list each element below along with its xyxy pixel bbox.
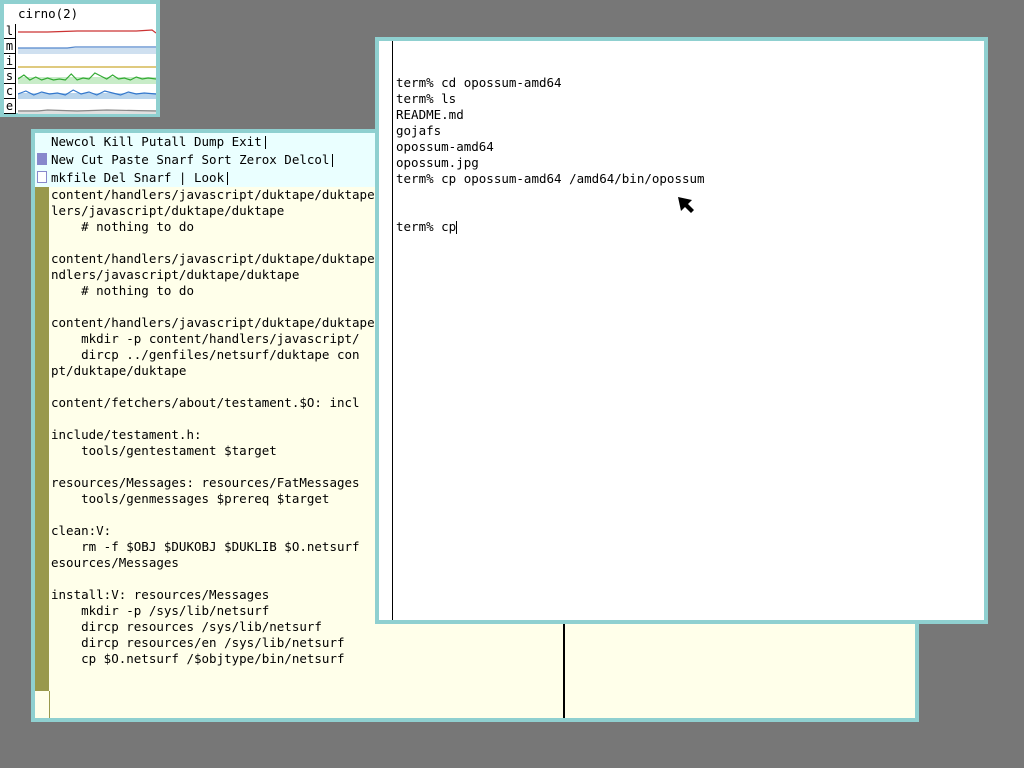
interrupts-graph xyxy=(18,54,156,69)
column-tag-cursor xyxy=(264,136,266,149)
column-tag2-text[interactable]: New Cut Paste Snarf Sort Zerox Delcol xyxy=(51,152,334,168)
stats-window[interactable]: cirno(2) l m i s c e xyxy=(0,0,160,117)
stats-row-context: c xyxy=(4,84,156,99)
acme-scrollbar-thumb[interactable] xyxy=(35,187,49,691)
window-tag-cursor xyxy=(227,172,229,185)
stats-label-c: c xyxy=(4,84,16,99)
stats-label-m: m xyxy=(4,39,16,54)
terminal-line: opossum.jpg xyxy=(396,155,479,170)
terminal-line: gojafs xyxy=(396,123,442,138)
stats-label-l: l xyxy=(4,24,16,39)
stats-title: cirno(2) xyxy=(18,6,79,21)
terminal-scrollbar[interactable] xyxy=(379,41,393,620)
load-graph xyxy=(18,24,156,39)
stats-row-load: l xyxy=(4,24,156,39)
terminal-line: opossum-amd64 xyxy=(396,139,494,154)
terminal-current-input[interactable]: term% cp xyxy=(396,219,456,234)
stats-label-s: s xyxy=(4,69,16,84)
stats-row-syscalls: s xyxy=(4,69,156,84)
text-caret xyxy=(456,221,458,234)
window-tag-commands[interactable]: mkfile Del Snarf | Look xyxy=(51,170,224,185)
window-tag-text[interactable]: mkfile Del Snarf | Look xyxy=(51,170,229,186)
terminal-window[interactable]: term% cd opossum-amd64 term% ls README.md g… xyxy=(375,37,988,624)
column-tag-text[interactable]: Newcol Kill Putall Dump Exit xyxy=(51,134,266,150)
stats-row-memory: m xyxy=(4,39,156,54)
terminal-line: term% ls xyxy=(396,91,457,106)
terminal-input-line[interactable]: term% cp xyxy=(396,219,984,235)
stats-row-ethernet: e xyxy=(4,99,156,114)
terminal-line: term% cd opossum-amd64 xyxy=(396,75,562,90)
terminal-output: term% cd opossum-amd64 term% ls README.md g… xyxy=(396,75,984,187)
column-tag2-commands[interactable]: New Cut Paste Snarf Sort Zerox Delcol xyxy=(51,152,329,167)
terminal-line: term% cp opossum-amd64 /amd64/bin/opossu… xyxy=(396,171,705,186)
context-graph xyxy=(18,84,156,99)
column-tag-commands[interactable]: Newcol Kill Putall Dump Exit xyxy=(51,134,262,149)
mouse-pointer-icon xyxy=(678,197,694,213)
acme-scrollbar-track[interactable] xyxy=(35,691,50,718)
terminal-line: README.md xyxy=(396,107,464,122)
window-handle[interactable] xyxy=(37,171,47,183)
ethernet-graph xyxy=(18,99,156,114)
stats-rows: l m i s c e xyxy=(4,24,156,114)
syscalls-graph xyxy=(18,69,156,84)
stats-label-i: i xyxy=(4,54,16,69)
stats-label-e: e xyxy=(4,99,16,114)
terminal-text[interactable]: term% cd opossum-amd64 term% ls README.md g… xyxy=(396,43,984,267)
column-handle[interactable] xyxy=(37,153,47,165)
column-tag2-cursor xyxy=(332,154,334,167)
stats-row-interrupts: i xyxy=(4,54,156,69)
acme-body-line: dircp resources/en /sys/lib/netsurf xyxy=(51,635,345,650)
acme-body-line: cp $O.netsurf /$objtype/bin/netsurf xyxy=(51,651,345,666)
memory-graph xyxy=(18,39,156,54)
